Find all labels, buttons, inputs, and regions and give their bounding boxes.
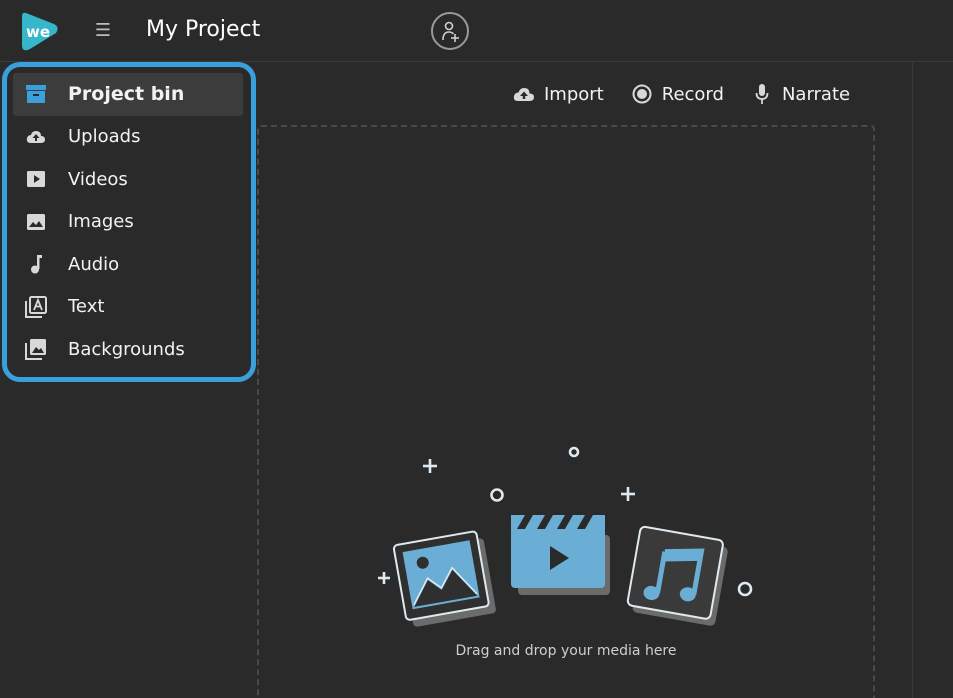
microphone-icon (750, 83, 774, 105)
record-icon (630, 83, 654, 105)
add-user-button[interactable] (431, 12, 469, 50)
sidebar-item-label: Project bin (68, 83, 185, 106)
cloud-upload-icon (512, 83, 536, 105)
sidebar-item-label: Text (68, 296, 105, 318)
record-label: Record (661, 83, 724, 105)
image-icon (24, 211, 48, 233)
sidebar-item-project-bin[interactable]: Project bin (13, 73, 243, 116)
dropzone-instruction: Drag and drop your media here (455, 643, 677, 659)
archive-icon (24, 83, 48, 105)
image-card-icon (392, 530, 496, 627)
cloud-upload-icon (24, 126, 48, 148)
clapperboard-icon (511, 515, 610, 595)
media-toolbar: Import Record Narrate (512, 80, 850, 108)
sidebar-item-uploads[interactable]: Uploads (13, 116, 243, 159)
app-logo[interactable]: we (18, 10, 60, 52)
music-card-icon (626, 525, 728, 626)
sidebar-item-backgrounds[interactable]: Backgrounds (13, 328, 243, 371)
import-label: Import (544, 83, 604, 105)
app-window: we ☰ My Project Project bin Uploads Vide… (0, 0, 953, 698)
hamburger-icon[interactable]: ☰ (92, 20, 114, 42)
sidebar-item-videos[interactable]: Videos (13, 158, 243, 201)
sidebar-item-label: Videos (68, 168, 128, 190)
record-button[interactable]: Record (630, 83, 724, 105)
play-box-icon (24, 168, 48, 190)
sidebar: Project bin Uploads Videos Images Audio … (2, 62, 256, 382)
logo-text: we (26, 23, 50, 41)
music-note-icon (24, 253, 48, 275)
backgrounds-icon (24, 338, 48, 361)
add-user-icon (442, 21, 459, 42)
sidebar-item-audio[interactable]: Audio (13, 243, 243, 286)
narrate-button[interactable]: Narrate (750, 83, 850, 105)
import-button[interactable]: Import (512, 83, 604, 105)
media-illustration (378, 446, 753, 627)
narrate-label: Narrate (781, 83, 851, 105)
sidebar-item-images[interactable]: Images (13, 201, 243, 244)
sidebar-item-label: Images (68, 211, 134, 233)
sidebar-item-label: Audio (68, 253, 120, 275)
header: we ☰ My Project (0, 0, 953, 62)
sidebar-item-label: Uploads (68, 126, 141, 148)
sidebar-item-label: Backgrounds (68, 338, 185, 360)
text-box-icon (24, 295, 48, 318)
project-title[interactable]: My Project (146, 17, 260, 42)
sidebar-item-text[interactable]: Text (13, 286, 243, 329)
right-panel-divider (912, 62, 913, 698)
